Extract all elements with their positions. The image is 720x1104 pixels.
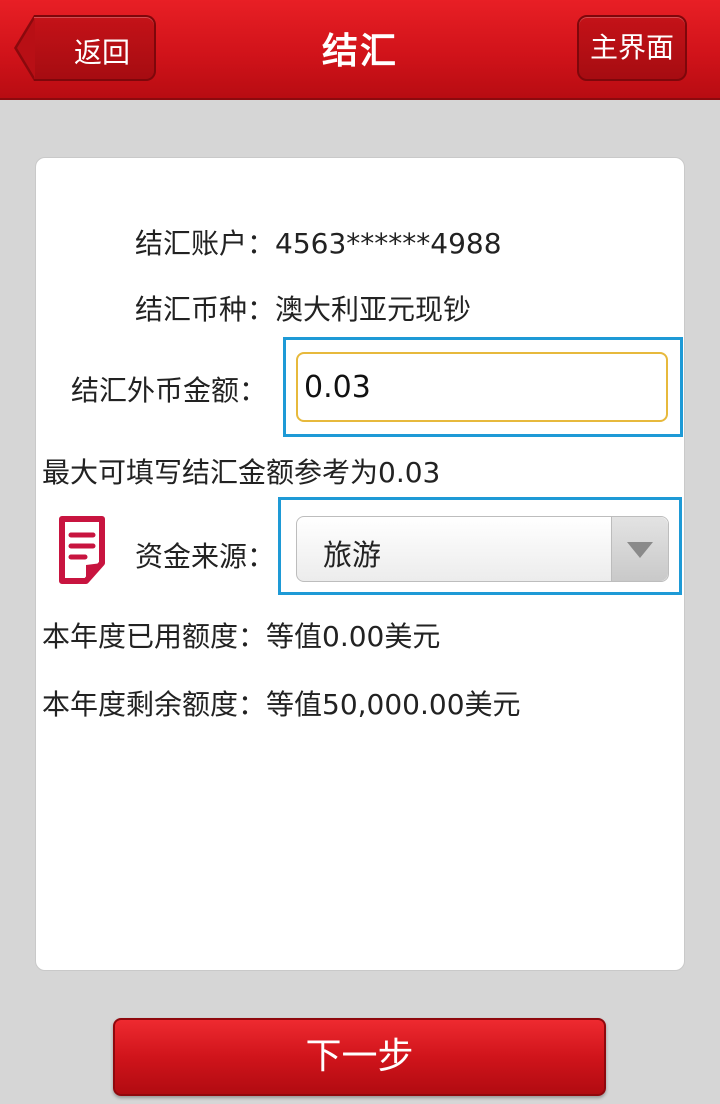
used-quota-label: 本年度已用额度： (42, 620, 267, 653)
currency-row: 结汇币种：澳大利亚元现钞 (135, 288, 471, 328)
fund-source-select[interactable]: 旅游 (296, 516, 669, 582)
max-amount-note: 最大可填写结汇金额参考为0.03 (42, 456, 441, 489)
dropdown-button[interactable] (611, 517, 668, 581)
currency-value: 澳大利亚元现钞 (275, 293, 472, 326)
remaining-quota-row: 本年度剩余额度：等值50,000.00美元 (42, 683, 521, 723)
amount-label: 结汇外币金额： (71, 374, 268, 407)
remaining-quota-value: 等值50,000.00美元 (266, 688, 521, 721)
document-icon (59, 516, 105, 584)
account-row: 结汇账户：4563******4988 (135, 222, 502, 262)
app-header: 返回 结汇 主界面 (0, 0, 720, 100)
next-step-button[interactable]: 下一步 (113, 1018, 606, 1096)
fund-source-selected-value: 旅游 (323, 538, 382, 572)
amount-input[interactable] (296, 352, 668, 422)
account-label: 结汇账户： (135, 227, 276, 260)
home-button[interactable]: 主界面 (577, 15, 687, 81)
used-quota-row: 本年度已用额度：等值0.00美元 (42, 615, 440, 655)
account-value: 4563******4988 (275, 227, 502, 260)
remaining-quota-label: 本年度剩余额度： (42, 688, 267, 721)
fund-source-label: 资金来源： (135, 540, 276, 573)
used-quota-value: 等值0.00美元 (266, 620, 441, 653)
dropdown-arrow-icon (627, 542, 653, 558)
currency-label: 结汇币种： (135, 293, 276, 326)
